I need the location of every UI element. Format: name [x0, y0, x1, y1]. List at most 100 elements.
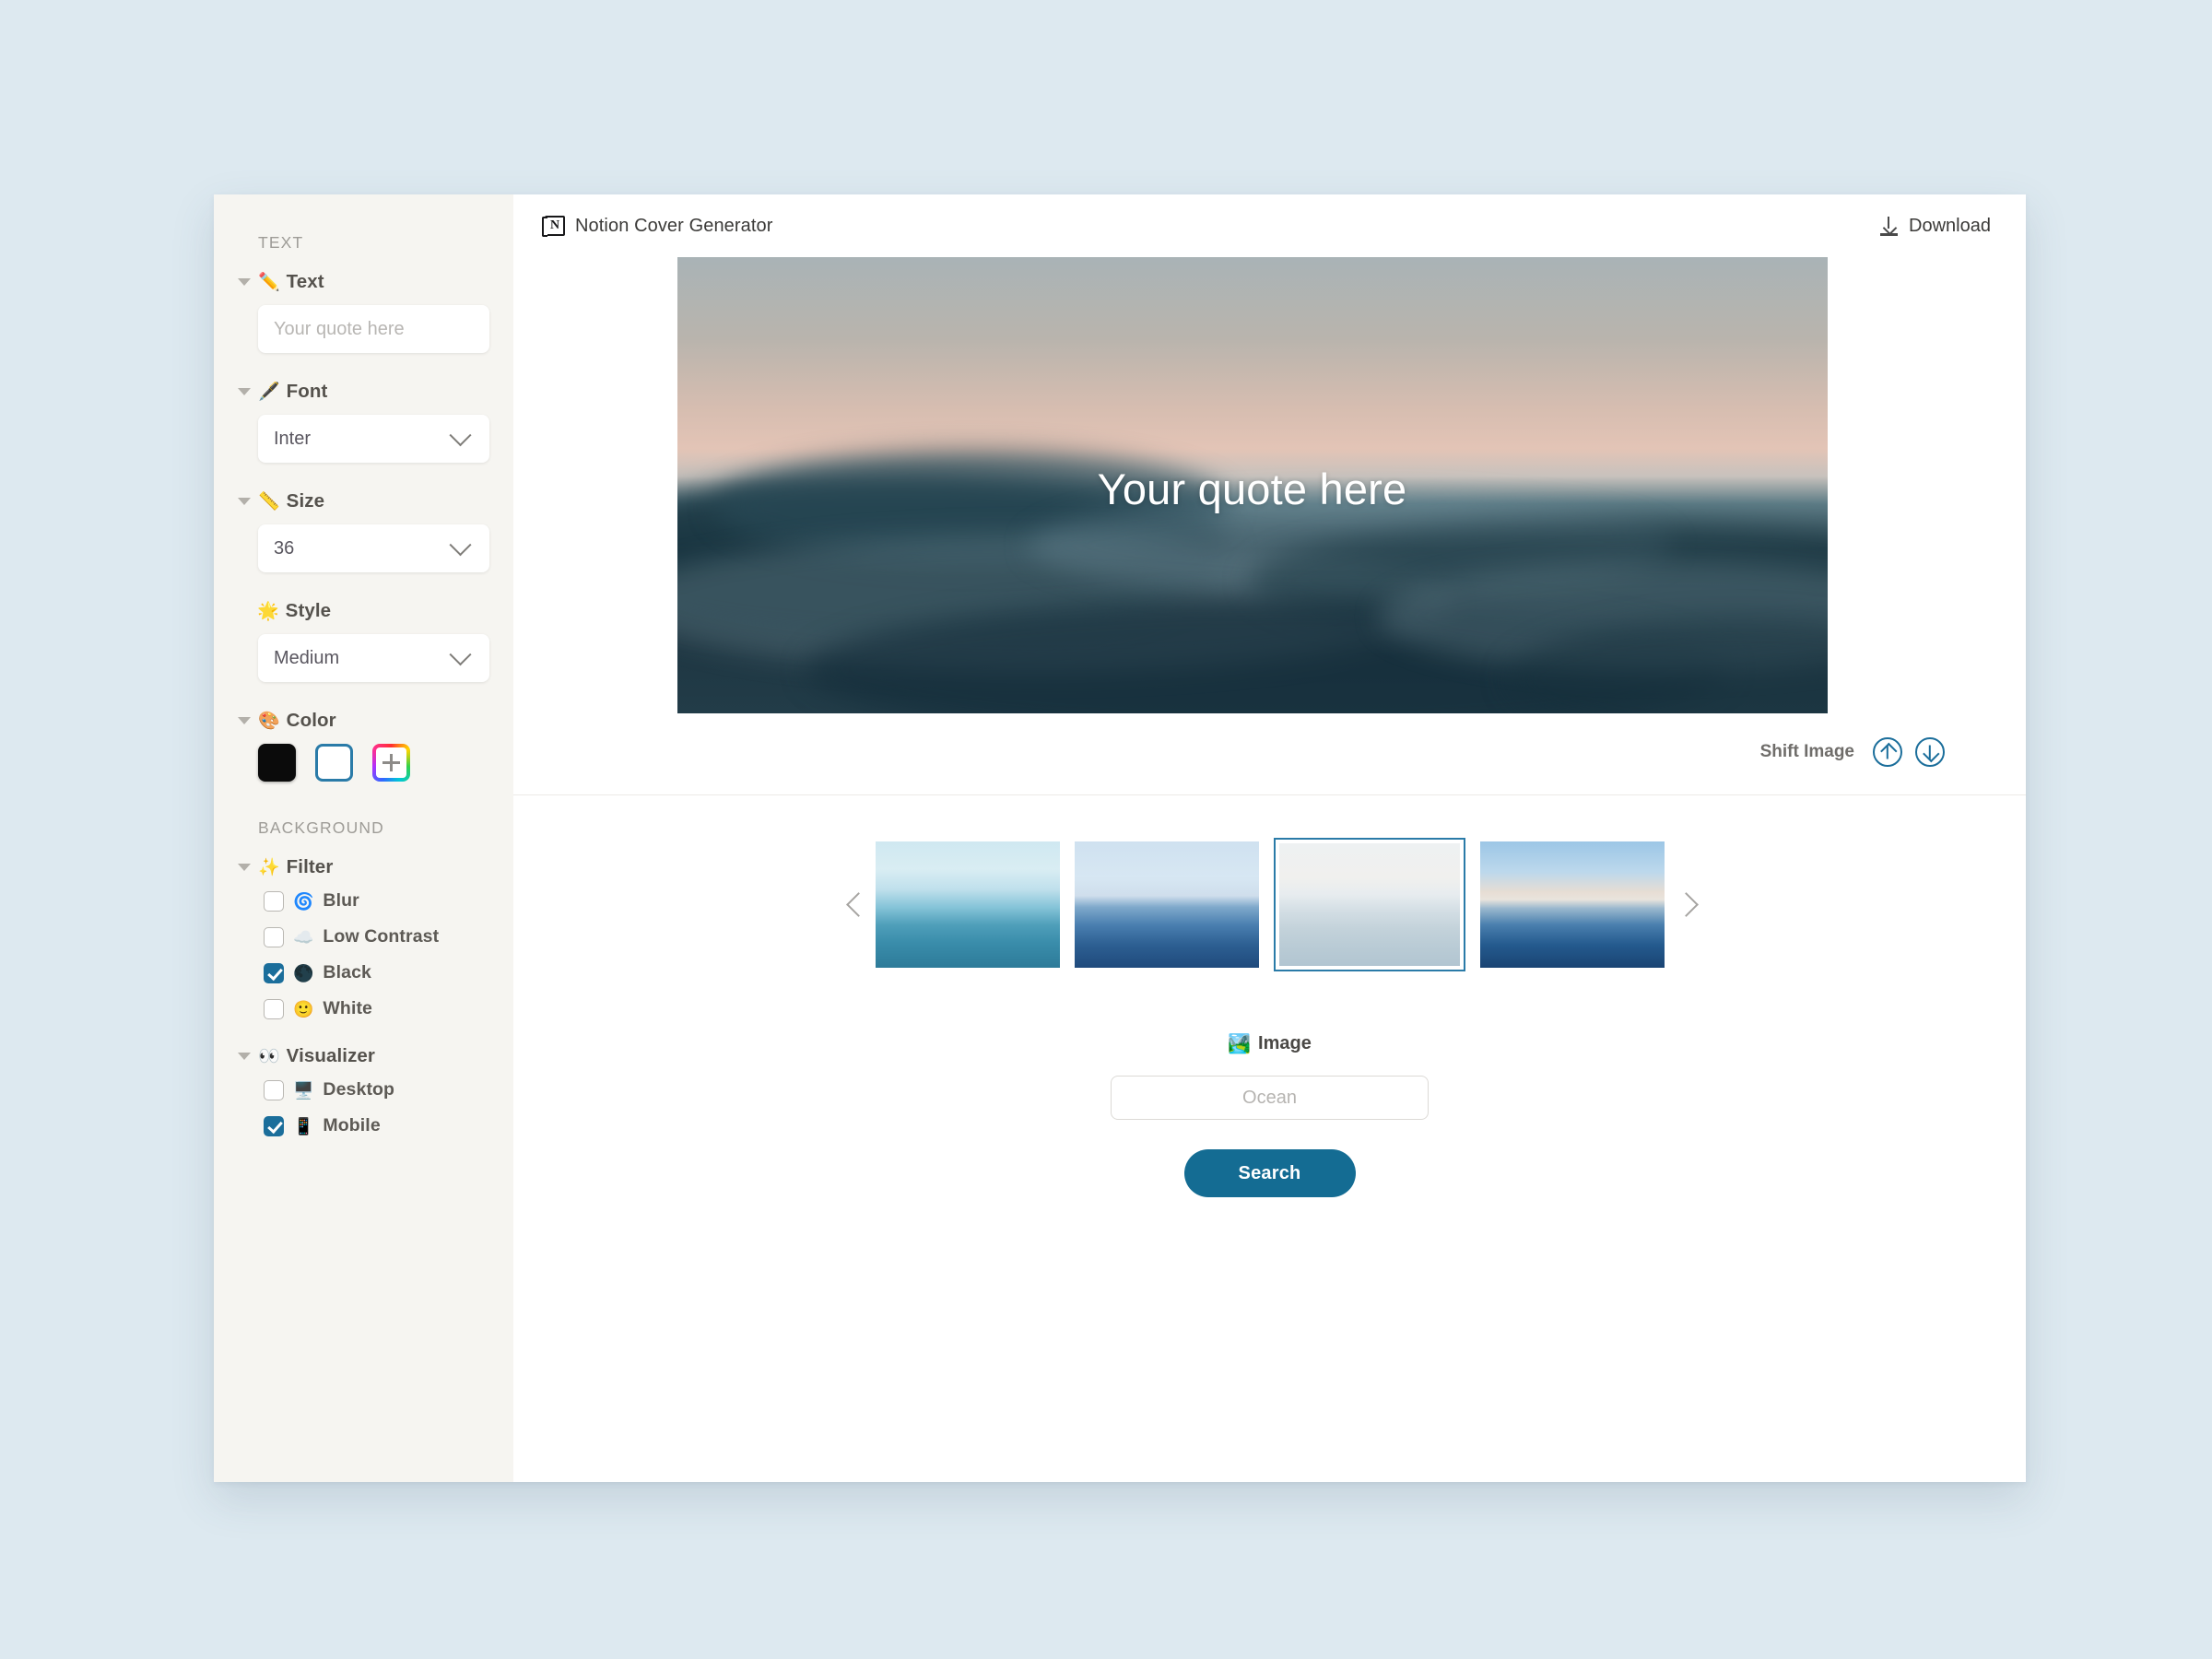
- image-search-block: 🏞️ Image Ocean Search: [513, 1012, 2026, 1197]
- checkbox-blur[interactable]: [264, 890, 284, 912]
- sidebar-group-text[interactable]: ✏️ Text: [238, 271, 489, 293]
- sidebar-group-size[interactable]: 📏 Size: [238, 490, 489, 512]
- filter-option-blur[interactable]: 🌀 Blur: [264, 890, 489, 912]
- main-content: N Notion Cover Generator Download Your q…: [513, 194, 2026, 1482]
- checkbox-mobile[interactable]: [264, 1115, 284, 1136]
- image-search-label: 🏞️ Image: [1228, 1032, 1312, 1055]
- cover-quote-text: Your quote here: [1097, 465, 1407, 513]
- sidebar-group-label-style: Style: [285, 600, 332, 621]
- chevron-down-icon: [449, 642, 472, 665]
- thumbnail-deep-blue-sea[interactable]: [1479, 841, 1665, 968]
- search-input-placeholder: Ocean: [1242, 1087, 1297, 1108]
- download-label: Download: [1909, 215, 1991, 236]
- carousel-prev-button[interactable]: [835, 885, 876, 925]
- visualizer-option-mobile[interactable]: 📱 Mobile: [264, 1115, 489, 1136]
- checkbox-desktop[interactable]: [264, 1079, 284, 1100]
- chevron-down-icon: [449, 533, 472, 556]
- sidebar-group-label-visualizer: Visualizer: [286, 1045, 376, 1066]
- download-button[interactable]: Download: [1880, 216, 1991, 237]
- visualizer-label-desktop: Desktop: [323, 1079, 395, 1100]
- sidebar-group-label-font: Font: [286, 381, 328, 402]
- thumbnail-turquoise-surf[interactable]: [875, 841, 1060, 968]
- cover-preview-image[interactable]: Your quote here: [677, 257, 1828, 713]
- sidebar-group-font[interactable]: 🖋️ Font: [238, 381, 489, 403]
- sidebar-section-caption-text: TEXT: [258, 233, 304, 252]
- font-select[interactable]: Inter: [258, 415, 489, 463]
- palette-icon: 🎨: [258, 711, 280, 731]
- checkbox-low-contrast[interactable]: [264, 926, 284, 947]
- search-button[interactable]: Search: [1183, 1149, 1356, 1197]
- cloud-icon: ☁️: [293, 927, 314, 947]
- sidebar-group-style: 🌟 Style: [238, 600, 489, 622]
- caret-down-icon[interactable]: [238, 864, 251, 871]
- sparkles-icon: ✨: [258, 857, 280, 877]
- quote-text-input-placeholder: Your quote here: [274, 318, 405, 339]
- caret-down-icon[interactable]: [238, 388, 251, 395]
- landscape-icon: 🏞️: [1228, 1034, 1252, 1054]
- carousel-next-button[interactable]: [1665, 885, 1705, 925]
- sidebar-group-visualizer[interactable]: 👀 Visualizer: [238, 1045, 489, 1067]
- sidebar-group-label-text: Text: [286, 271, 324, 292]
- visualizer-option-desktop[interactable]: 🖥️ Desktop: [264, 1079, 489, 1100]
- color-swatch-list: [258, 744, 489, 782]
- cyclone-icon: 🌀: [293, 891, 314, 911]
- smiley-icon: 🙂: [293, 999, 314, 1018]
- font-select-value: Inter: [274, 428, 312, 449]
- caret-down-icon[interactable]: [238, 498, 251, 505]
- pen-icon: 🖋️: [258, 382, 280, 402]
- top-bar: N Notion Cover Generator Download: [513, 194, 2026, 257]
- size-select-value: 36: [274, 537, 295, 559]
- style-select-value: Medium: [274, 647, 340, 668]
- plus-icon: [382, 754, 400, 771]
- preview-area: Your quote here Shift Image: [513, 257, 2026, 767]
- sidebar-group-label-filter: Filter: [286, 856, 334, 877]
- sidebar-section-caption-background: BACKGROUND: [258, 818, 384, 837]
- sidebar-group-filter[interactable]: ✨ Filter: [238, 856, 489, 878]
- notion-logo-icon: N: [542, 216, 565, 237]
- shift-image-up-button[interactable]: [1873, 737, 1902, 767]
- ruler-icon: 📏: [258, 491, 280, 512]
- caret-down-icon[interactable]: [238, 717, 251, 724]
- size-select[interactable]: 36: [258, 524, 489, 572]
- thumbnail-pale-wave[interactable]: [1273, 838, 1465, 971]
- filter-option-black[interactable]: 🌑 Black: [264, 962, 489, 983]
- black-swatch[interactable]: [258, 744, 296, 782]
- carousel-thumbnails: [875, 838, 1665, 971]
- filter-option-white[interactable]: 🙂 White: [264, 998, 489, 1019]
- filter-label-black: Black: [323, 962, 371, 982]
- caret-down-icon[interactable]: [238, 1053, 251, 1060]
- star-icon: 🌟: [257, 601, 279, 621]
- download-icon: [1880, 216, 1899, 236]
- app-window: TEXT ✏️ Text Your quote here 🖋️ Font Int…: [214, 194, 2026, 1482]
- chevron-down-icon: [449, 423, 472, 446]
- style-select[interactable]: Medium: [258, 634, 489, 682]
- filter-label-low-contrast: Low Contrast: [323, 926, 440, 947]
- filter-option-low-contrast[interactable]: ☁️ Low Contrast: [264, 926, 489, 947]
- checkbox-white[interactable]: [264, 998, 284, 1019]
- quote-text-input[interactable]: Your quote here: [258, 305, 489, 353]
- checkbox-black[interactable]: [264, 962, 284, 983]
- caret-down-icon[interactable]: [238, 278, 251, 286]
- page-title: Notion Cover Generator: [575, 215, 773, 236]
- desktop-computer-icon: 🖥️: [293, 1080, 314, 1100]
- filter-label-blur: Blur: [323, 890, 359, 911]
- search-input[interactable]: Ocean: [1111, 1076, 1429, 1120]
- sidebar: TEXT ✏️ Text Your quote here 🖋️ Font Int…: [214, 194, 513, 1482]
- thumbnail-calm-blue-sea[interactable]: [1074, 841, 1259, 968]
- image-search-label-text: Image: [1258, 1033, 1312, 1053]
- filter-label-white: White: [323, 998, 372, 1018]
- white-swatch[interactable]: [315, 744, 353, 782]
- add-color-swatch[interactable]: [372, 744, 410, 782]
- shift-image-label: Shift Image: [1759, 742, 1854, 761]
- new-moon-icon: 🌑: [293, 963, 314, 982]
- image-carousel: [513, 795, 2026, 1012]
- sidebar-group-label-color: Color: [286, 710, 336, 731]
- shift-image-controls: Shift Image: [513, 713, 1991, 767]
- eyes-icon: 👀: [258, 1046, 280, 1066]
- mobile-phone-icon: 📱: [293, 1116, 314, 1135]
- sidebar-group-label-size: Size: [286, 490, 325, 512]
- visualizer-label-mobile: Mobile: [323, 1115, 381, 1135]
- shift-image-down-button[interactable]: [1915, 737, 1945, 767]
- sidebar-group-color[interactable]: 🎨 Color: [238, 710, 489, 732]
- brand: N Notion Cover Generator: [542, 215, 773, 237]
